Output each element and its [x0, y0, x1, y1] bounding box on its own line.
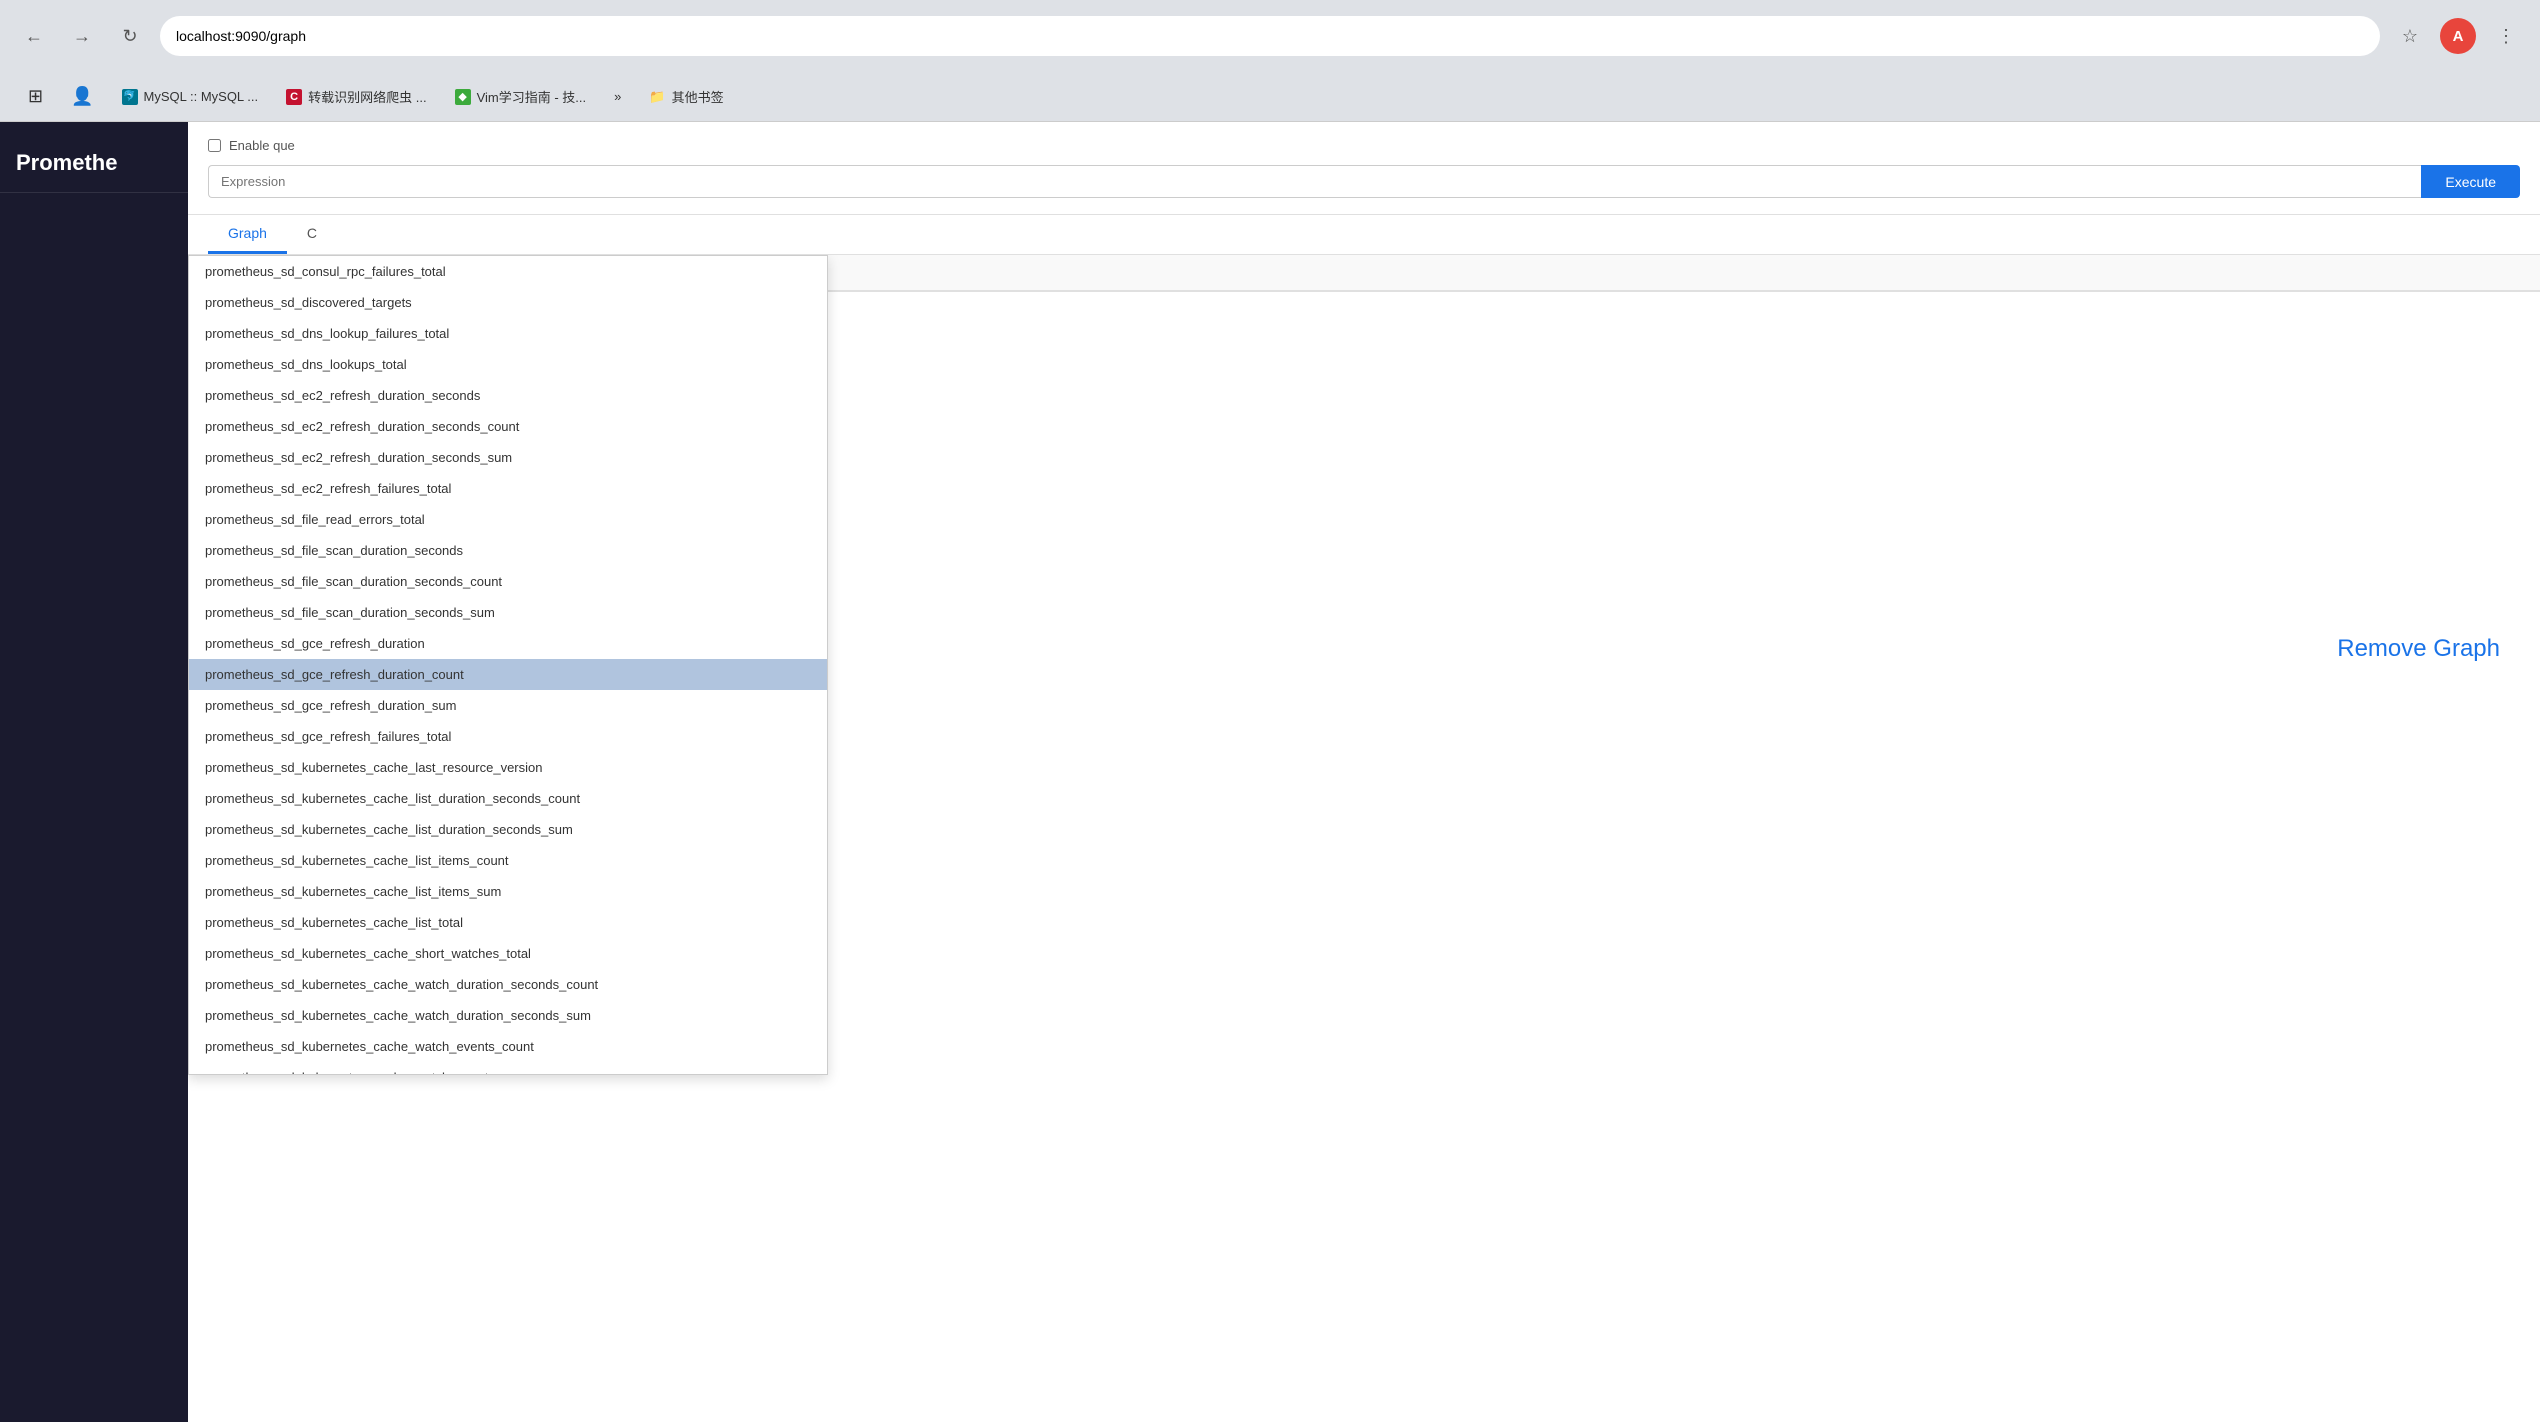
- tabs-row: Graph C: [188, 215, 2540, 255]
- star-icon[interactable]: ☆: [2392, 18, 2428, 54]
- reload-button[interactable]: ↻: [112, 18, 148, 54]
- content-area: Element Value no data Remove Graph Add G…: [188, 255, 2540, 1422]
- top-controls: Enable que Execute: [188, 122, 2540, 215]
- enable-query-checkbox[interactable]: [208, 139, 221, 152]
- autocomplete-item[interactable]: prometheus_sd_ec2_refresh_duration_secon…: [189, 442, 827, 473]
- back-button[interactable]: ←: [16, 18, 52, 54]
- bookmark-vim[interactable]: ◆ Vim学习指南 - 技...: [443, 83, 599, 110]
- expression-input[interactable]: [208, 165, 2421, 198]
- tab-graph[interactable]: Graph: [208, 215, 287, 254]
- profile-icon[interactable]: A: [2440, 18, 2476, 54]
- autocomplete-item[interactable]: prometheus_sd_kubernetes_cache_watch_eve…: [189, 1062, 827, 1075]
- expression-row: Execute: [208, 165, 2520, 198]
- bookmark-mysql[interactable]: 🐬 MySQL :: MySQL ...: [110, 85, 271, 109]
- sidebar: Promethe: [0, 122, 188, 1422]
- autocomplete-item[interactable]: prometheus_sd_kubernetes_cache_last_reso…: [189, 752, 827, 783]
- autocomplete-item[interactable]: prometheus_sd_ec2_refresh_failures_total: [189, 473, 827, 504]
- browser-chrome: ← → ↻ ☆ A ⋮ ⊞ 👤 🐬 MySQL :: MySQL ... C 转…: [0, 0, 2540, 122]
- bookmark-other[interactable]: 📁 其他书签: [637, 83, 735, 110]
- page-content: Promethe Enable que Execute Graph: [0, 122, 2540, 1422]
- execute-button[interactable]: Execute: [2421, 165, 2520, 198]
- forward-button[interactable]: →: [64, 18, 100, 54]
- autocomplete-item[interactable]: prometheus_sd_dns_lookups_total: [189, 349, 827, 380]
- tab-console[interactable]: C: [287, 215, 337, 254]
- autocomplete-item[interactable]: prometheus_sd_kubernetes_cache_list_dura…: [189, 783, 827, 814]
- bookmark-crawl[interactable]: C 转载识别网络爬虫 ...: [274, 83, 438, 110]
- autocomplete-item[interactable]: prometheus_sd_kubernetes_cache_watch_dur…: [189, 969, 827, 1000]
- autocomplete-item[interactable]: prometheus_sd_kubernetes_cache_list_item…: [189, 845, 827, 876]
- address-bar[interactable]: [160, 16, 2380, 56]
- autocomplete-item[interactable]: prometheus_sd_dns_lookup_failures_total: [189, 318, 827, 349]
- sidebar-logo: Promethe: [0, 122, 188, 193]
- bookmarks-bar: ⊞ 👤 🐬 MySQL :: MySQL ... C 转载识别网络爬虫 ... …: [0, 72, 2540, 122]
- autocomplete-item[interactable]: prometheus_sd_file_scan_duration_seconds…: [189, 597, 827, 628]
- autocomplete-item[interactable]: prometheus_sd_file_scan_duration_seconds: [189, 535, 827, 566]
- autocomplete-item[interactable]: prometheus_sd_consul_rpc_failures_total: [189, 256, 827, 287]
- enable-query-label: Enable que: [229, 138, 295, 153]
- menu-icon[interactable]: ⋮: [2488, 18, 2524, 54]
- autocomplete-item[interactable]: prometheus_sd_kubernetes_cache_list_item…: [189, 876, 827, 907]
- bookmarks-person-icon[interactable]: 👤: [59, 82, 105, 111]
- remove-graph-button[interactable]: Remove Graph: [2337, 635, 2500, 663]
- autocomplete-item[interactable]: prometheus_sd_gce_refresh_duration_sum: [189, 690, 827, 721]
- autocomplete-item[interactable]: prometheus_sd_file_scan_duration_seconds…: [189, 566, 827, 597]
- autocomplete-item[interactable]: prometheus_sd_gce_refresh_duration_count: [189, 659, 827, 690]
- enable-query-row: Enable que: [208, 138, 2520, 153]
- autocomplete-item[interactable]: prometheus_sd_file_read_errors_total: [189, 504, 827, 535]
- autocomplete-dropdown: prometheus_sd_consul_rpc_failures_totalp…: [188, 255, 828, 1075]
- autocomplete-item[interactable]: prometheus_sd_kubernetes_cache_short_wat…: [189, 938, 827, 969]
- bookmark-more[interactable]: »: [602, 85, 633, 108]
- autocomplete-item[interactable]: prometheus_sd_gce_refresh_duration: [189, 628, 827, 659]
- browser-icons: ☆ A ⋮: [2392, 18, 2524, 54]
- apps-icon[interactable]: ⊞: [16, 82, 55, 111]
- browser-toolbar: ← → ↻ ☆ A ⋮: [0, 0, 2540, 72]
- autocomplete-item[interactable]: prometheus_sd_kubernetes_cache_watch_eve…: [189, 1031, 827, 1062]
- main-area: Enable que Execute Graph C: [188, 122, 2540, 1422]
- autocomplete-item[interactable]: prometheus_sd_kubernetes_cache_list_tota…: [189, 907, 827, 938]
- autocomplete-item[interactable]: prometheus_sd_gce_refresh_failures_total: [189, 721, 827, 752]
- autocomplete-item[interactable]: prometheus_sd_kubernetes_cache_watch_dur…: [189, 1000, 827, 1031]
- autocomplete-item[interactable]: prometheus_sd_kubernetes_cache_list_dura…: [189, 814, 827, 845]
- autocomplete-item[interactable]: prometheus_sd_discovered_targets: [189, 287, 827, 318]
- autocomplete-item[interactable]: prometheus_sd_ec2_refresh_duration_secon…: [189, 380, 827, 411]
- autocomplete-item[interactable]: prometheus_sd_ec2_refresh_duration_secon…: [189, 411, 827, 442]
